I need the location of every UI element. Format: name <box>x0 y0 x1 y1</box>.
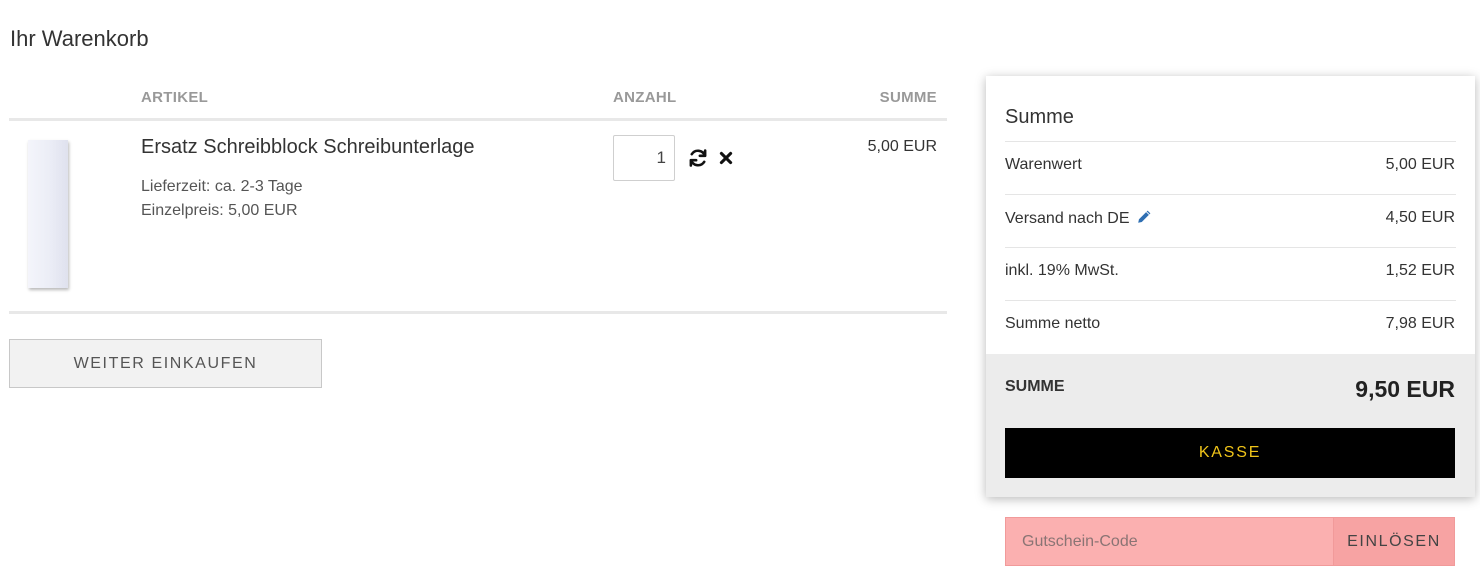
redeem-coupon-button[interactable]: EINLÖSEN <box>1334 517 1455 566</box>
summary-title: Summe <box>1005 106 1074 128</box>
coupon-form: EINLÖSEN <box>1005 517 1455 566</box>
summary-label: Warenwert <box>1005 156 1082 173</box>
cart-table: ARTIKEL ANZAHL SUMME Ersatz Schreibblock… <box>9 78 947 314</box>
coupon-code-input[interactable] <box>1005 517 1334 566</box>
close-icon[interactable] <box>715 147 737 169</box>
summary-row-versand: Versand nach DE 4,50 EUR <box>1005 194 1455 247</box>
column-header-anzahl: ANZAHL <box>613 89 677 106</box>
summary-value: 4,50 EUR <box>1385 209 1455 226</box>
summary-row-warenwert: Warenwert 5,00 EUR <box>1005 141 1455 194</box>
column-header-summe: SUMME <box>879 89 937 106</box>
cart-table-header: ARTIKEL ANZAHL SUMME <box>9 78 947 121</box>
total-value: 9,50 EUR <box>1355 376 1455 402</box>
unit-price: Einzelpreis: 5,00 EUR <box>141 202 298 219</box>
refresh-icon[interactable] <box>687 147 709 169</box>
summary-value: 1,52 EUR <box>1385 262 1455 279</box>
pencil-icon[interactable] <box>1136 209 1152 225</box>
summary-label: Summe netto <box>1005 315 1101 332</box>
product-image[interactable] <box>28 140 68 288</box>
continue-shopping-button[interactable]: WEITER EINKAUFEN <box>9 339 322 388</box>
summary-row-netto: Summe netto 7,98 EUR <box>1005 300 1455 353</box>
quantity-input[interactable] <box>613 135 675 181</box>
checkout-button[interactable]: KASSE <box>1005 428 1455 478</box>
page-title: Ihr Warenkorb <box>10 25 149 51</box>
total-label: SUMME <box>1005 378 1065 395</box>
summary-value: 7,98 EUR <box>1385 315 1455 332</box>
order-summary: Summe Warenwert 5,00 EUR Versand nach DE… <box>986 76 1475 497</box>
total-section: SUMME 9,50 EUR KASSE <box>986 354 1475 497</box>
summary-label: inkl. 19% MwSt. <box>1005 262 1119 279</box>
column-header-artikel: ARTIKEL <box>141 89 209 106</box>
summary-label: Versand nach DE <box>1005 210 1130 227</box>
cart-item-row: Ersatz Schreibblock Schreibunterlage Lie… <box>9 121 947 314</box>
delivery-time: Lieferzeit: ca. 2-3 Tage <box>141 178 303 195</box>
summary-value: 5,00 EUR <box>1385 156 1455 173</box>
item-sum: 5,00 EUR <box>867 138 937 155</box>
summary-label-wrap: Versand nach DE <box>1005 209 1152 228</box>
product-name[interactable]: Ersatz Schreibblock Schreibunterlage <box>141 136 475 159</box>
summary-row-mwst: inkl. 19% MwSt. 1,52 EUR <box>1005 247 1455 300</box>
